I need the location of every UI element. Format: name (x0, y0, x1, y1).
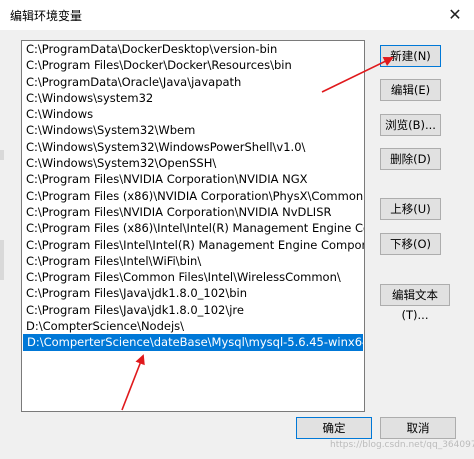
path-item[interactable]: C:\ProgramData\Oracle\Java\javapath (22, 74, 364, 90)
path-item-selected[interactable]: D:\ComperterScience\dateBase\Mysql\mysql… (23, 334, 363, 351)
edit-text-button[interactable]: 编辑文本(T)... (380, 284, 450, 322)
path-item[interactable]: C:\Windows\System32\WindowsPowerShell\v1… (22, 139, 364, 155)
ok-button[interactable]: 确定 (296, 417, 372, 439)
path-item[interactable]: C:\Program Files\Intel\WiFi\bin\ (22, 253, 364, 269)
path-item[interactable]: C:\Program Files (x86)\NVIDIA Corporatio… (22, 188, 364, 204)
watermark: https://blog.csdn.net/qq_36409784 (330, 440, 474, 450)
path-item[interactable]: C:\Program Files\Docker\Docker\Resources… (22, 57, 364, 73)
path-item[interactable]: C:\Program Files\NVIDIA Corporation\NVID… (22, 204, 364, 220)
browse-button[interactable]: 浏览(B)... (380, 114, 441, 136)
path-item[interactable]: C:\Program Files\Java\jdk1.8.0_102\jre (22, 302, 364, 318)
cancel-button[interactable]: 取消 (380, 417, 456, 439)
path-item[interactable]: C:\Program Files\NVIDIA Corporation\NVID… (22, 171, 364, 187)
title-bar: 编辑环境变量 ✕ (0, 0, 474, 30)
new-button[interactable]: 新建(N) (380, 45, 441, 67)
path-item[interactable]: C:\Program Files (x86)\Intel\Intel(R) Ma… (22, 220, 364, 236)
delete-button[interactable]: 删除(D) (380, 148, 441, 170)
background-window-edge (0, 150, 4, 160)
background-window-edge (0, 240, 4, 280)
path-item[interactable]: C:\ProgramData\DockerDesktop\version-bin (22, 41, 364, 57)
path-item[interactable]: C:\Windows\System32\Wbem (22, 122, 364, 138)
path-item[interactable]: C:\Windows (22, 106, 364, 122)
path-item[interactable]: C:\Program Files\Intel\Intel(R) Manageme… (22, 237, 364, 253)
dialog-title: 编辑环境变量 (10, 9, 83, 23)
edit-env-variable-dialog: 编辑环境变量 ✕ C:\ProgramData\DockerDesktop\ve… (0, 0, 474, 459)
move-down-button[interactable]: 下移(O) (380, 233, 441, 255)
path-item[interactable]: C:\Program Files\Common Files\Intel\Wire… (22, 269, 364, 285)
path-item[interactable]: C:\Windows\system32 (22, 90, 364, 106)
path-item[interactable]: D:\CompterScience\Nodejs\ (22, 318, 364, 334)
edit-button[interactable]: 编辑(E) (380, 79, 441, 101)
path-item[interactable]: C:\Windows\System32\OpenSSH\ (22, 155, 364, 171)
path-item[interactable]: C:\Program Files\Java\jdk1.8.0_102\bin (22, 285, 364, 301)
path-list[interactable]: C:\ProgramData\DockerDesktop\version-bin… (21, 40, 365, 412)
move-up-button[interactable]: 上移(U) (380, 198, 441, 220)
close-icon[interactable]: ✕ (444, 4, 466, 26)
